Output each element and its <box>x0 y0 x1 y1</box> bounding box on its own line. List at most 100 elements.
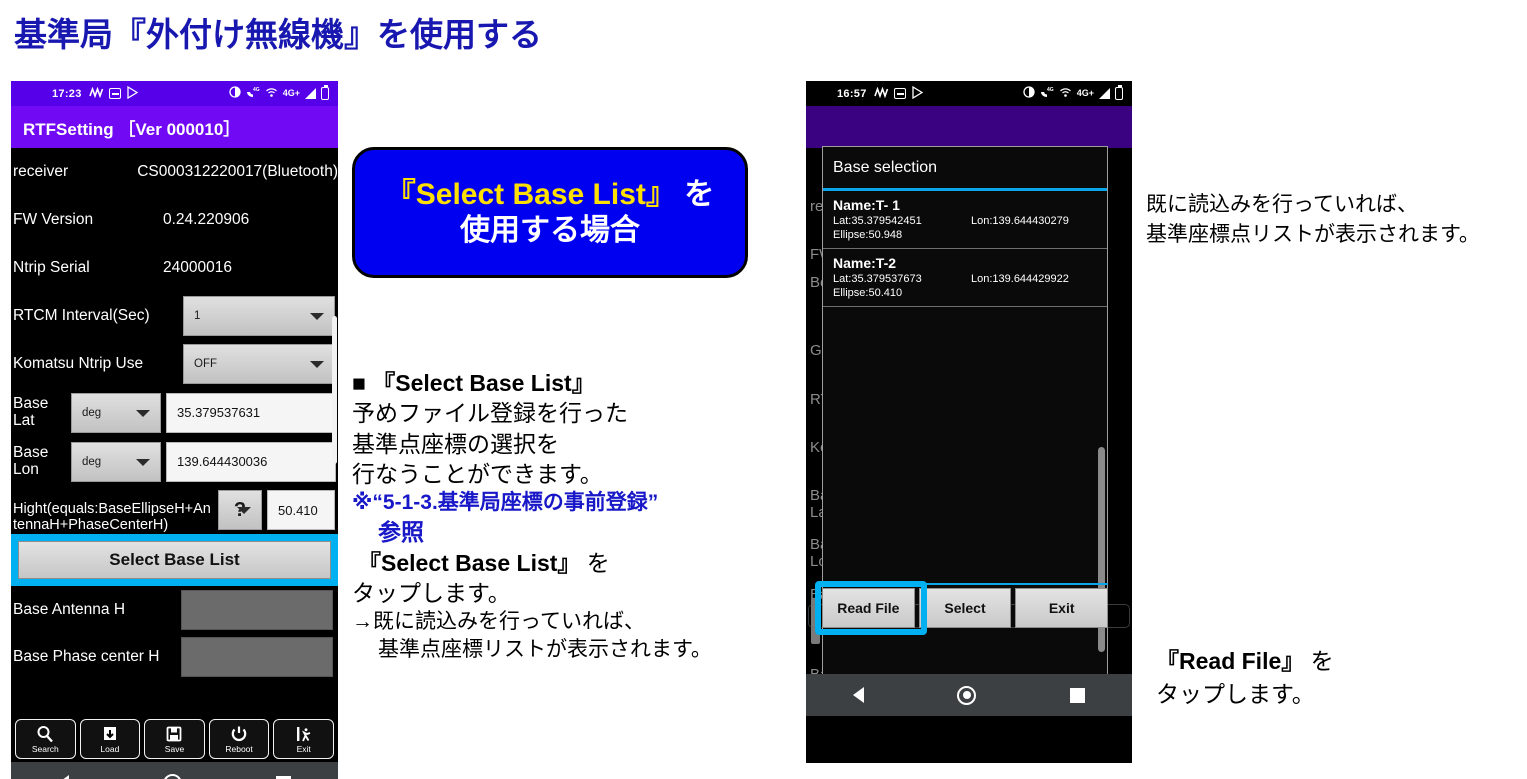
exit-label: Exit <box>296 744 311 754</box>
network-4g-plus-label: 4G+ <box>282 88 300 98</box>
base-antenna-h-input[interactable] <box>181 589 333 630</box>
left-bottom-toolbar: Search Load Save Reboot Exit <box>11 716 338 762</box>
callout-line-2: 使用する場合 <box>460 213 640 247</box>
komatsu-ntrip-value: OFF <box>194 358 217 370</box>
dialog-title: Base selection <box>823 147 1107 191</box>
label-komatsu-ntrip: Komatsu Ntrip Use <box>13 355 144 372</box>
hight-value: 50.410 <box>278 502 318 518</box>
center-instruction-block: ■ 『Select Base List』 予めファイル登録を行った 基準点座標の… <box>352 368 772 664</box>
center-line-1: 予めファイル登録を行った <box>352 400 628 427</box>
center-reference-see: 参照 <box>378 519 424 546</box>
boxed-arrows-icon <box>108 88 121 99</box>
label-ntrip-serial: Ntrip Serial <box>13 259 90 276</box>
load-button[interactable]: Load <box>79 719 141 759</box>
center-reference-line: ※“5-1-3.基準局座標の事前登録” <box>352 491 659 515</box>
base-item-ellipse: Ellipse:50.410 <box>833 287 903 299</box>
callout-quoted-text: 『Select Base List』 <box>385 178 676 212</box>
value-ntrip-serial: 24000016 <box>163 259 232 276</box>
right-phone-screenshot: 16:57 4G 4G+ re Be Ga RT Ko Ba La Ba Lo … <box>806 81 1132 763</box>
battery-icon <box>321 85 329 100</box>
select-button[interactable]: Select <box>918 588 1012 628</box>
hight-help-label: ? <box>233 498 247 521</box>
read-file-label: Read File <box>837 600 900 616</box>
label-base-lon: Base Lon <box>13 444 49 478</box>
back-icon[interactable] <box>58 775 69 779</box>
center-line-9: 基準点座標リストが表示されます。 <box>378 637 712 661</box>
field-row-receiver: receiver CS000312220017(Bluetooth) <box>11 148 338 196</box>
list-item[interactable]: Name:T- 1 Lat:35.379542451 Lon:139.64443… <box>823 191 1107 249</box>
dialog-title-text: Base selection <box>833 158 938 176</box>
komatsu-ntrip-spinner[interactable]: OFF <box>183 344 335 384</box>
search-label: Search <box>31 744 59 754</box>
base-lon-unit-value: deg <box>82 455 102 468</box>
right-statusbar: 16:57 4G 4G+ <box>806 81 1132 106</box>
label-receiver: receiver <box>13 163 69 180</box>
boxed-arrows-icon <box>893 88 906 99</box>
base-phase-center-h-input[interactable] <box>181 636 333 677</box>
annotation-top-line-1: 既に読込みを行っていれば、 <box>1146 193 1418 216</box>
rtcm-interval-value: 1 <box>194 310 201 322</box>
annotation-top: 既に読込みを行っていれば、 基準座標点リストが表示されます。 <box>1146 190 1480 251</box>
play-triangle-icon <box>911 85 924 102</box>
reboot-button[interactable]: Reboot <box>208 719 270 759</box>
base-lon-value: 139.644430036 <box>177 454 268 469</box>
form-scrollbar[interactable] <box>332 316 337 464</box>
base-lat-input[interactable]: 35.379537631 <box>166 392 336 433</box>
center-line-8: →既に読込みを行っていれば、 <box>352 610 645 634</box>
label-rtcm-interval: RTCM Interval(Sec) <box>13 307 150 324</box>
center-quoted-button: 『Select Base List』 <box>358 549 581 576</box>
hight-help-button[interactable]: ? <box>218 490 262 530</box>
annotation-bottom-line-2: タップします。 <box>1156 680 1315 707</box>
list-item[interactable]: Name:T-2 Lat:35.379537673 Lon:139.644429… <box>823 249 1107 307</box>
signal-bars-icon <box>305 88 316 99</box>
base-item-lat: Lat:35.379542451 <box>833 215 922 227</box>
value-fw-version: 0.24.220906 <box>163 211 250 228</box>
home-icon[interactable] <box>957 685 977 705</box>
base-item-ellipse: Ellipse:50.948 <box>833 229 903 241</box>
floppy-disk-icon <box>165 724 183 743</box>
select-base-list-label: Select Base List <box>109 550 240 569</box>
label-base-antenna-h: Base Antenna H <box>13 600 126 618</box>
label-fw-version: FW Version <box>13 211 94 228</box>
do-not-disturb-icon <box>229 86 241 101</box>
app-title-bar: RTFSetting ［Ver 000010］ <box>11 106 338 148</box>
status-time: 16:57 <box>837 87 867 100</box>
rtcm-interval-spinner[interactable]: 1 <box>183 296 335 336</box>
left-android-navbar <box>11 762 338 779</box>
base-lon-unit-spinner[interactable]: deg <box>71 441 161 482</box>
exit-door-icon <box>295 724 313 743</box>
dialog-exit-button[interactable]: Exit <box>1015 588 1109 628</box>
exit-button[interactable]: Exit <box>273 719 334 759</box>
field-row-rtcm-interval: RTCM Interval(Sec) 1 <box>11 292 338 340</box>
annotation-bottom: 『Read File』 を タップします。 <box>1156 645 1334 710</box>
annotation-bottom-line-1: 『Read File』 を <box>1156 645 1334 678</box>
battery-icon <box>1115 85 1123 100</box>
label-hight: Hight(equals:BaseEllipseH+An tennaH+Phase… <box>13 501 211 534</box>
wifi-calling-icon <box>1059 86 1072 101</box>
base-lat-unit-value: deg <box>82 406 102 419</box>
home-icon[interactable] <box>163 773 182 779</box>
read-file-button[interactable]: Read File <box>822 588 915 628</box>
dimmed-app-bar <box>806 106 1132 148</box>
field-row-base-antenna-h: Base Antenna H <box>11 586 338 633</box>
annotation-bottom-suffix: を <box>1304 648 1334 674</box>
recents-icon[interactable] <box>1070 687 1086 703</box>
base-item-name: Name:T-2 <box>833 255 897 271</box>
center-line-3: 行なうことができます。 <box>352 461 603 488</box>
play-triangle-icon <box>126 85 139 102</box>
callout-box: 『Select Base List』 を 使用する場合 <box>352 147 748 278</box>
search-button[interactable]: Search <box>15 719 76 759</box>
base-lat-unit-spinner[interactable]: deg <box>71 392 161 433</box>
recents-icon[interactable] <box>276 775 291 779</box>
reboot-label: Reboot <box>225 744 253 754</box>
select-base-list-button[interactable]: Select Base List <box>18 541 331 579</box>
back-icon[interactable] <box>852 687 864 703</box>
annotation-quoted-button: 『Read File』 <box>1156 648 1305 674</box>
app-title-text: RTFSetting ［Ver 000010］ <box>23 119 241 139</box>
dialog-exit-label: Exit <box>1048 600 1075 616</box>
hight-input[interactable]: 50.410 <box>267 490 335 530</box>
save-button[interactable]: Save <box>144 719 205 759</box>
base-lon-input[interactable]: 139.644430036 <box>166 441 336 482</box>
select-base-list-highlight: Select Base List <box>11 534 338 586</box>
label-base-phase-center-h: Base Phase center H <box>13 647 160 665</box>
